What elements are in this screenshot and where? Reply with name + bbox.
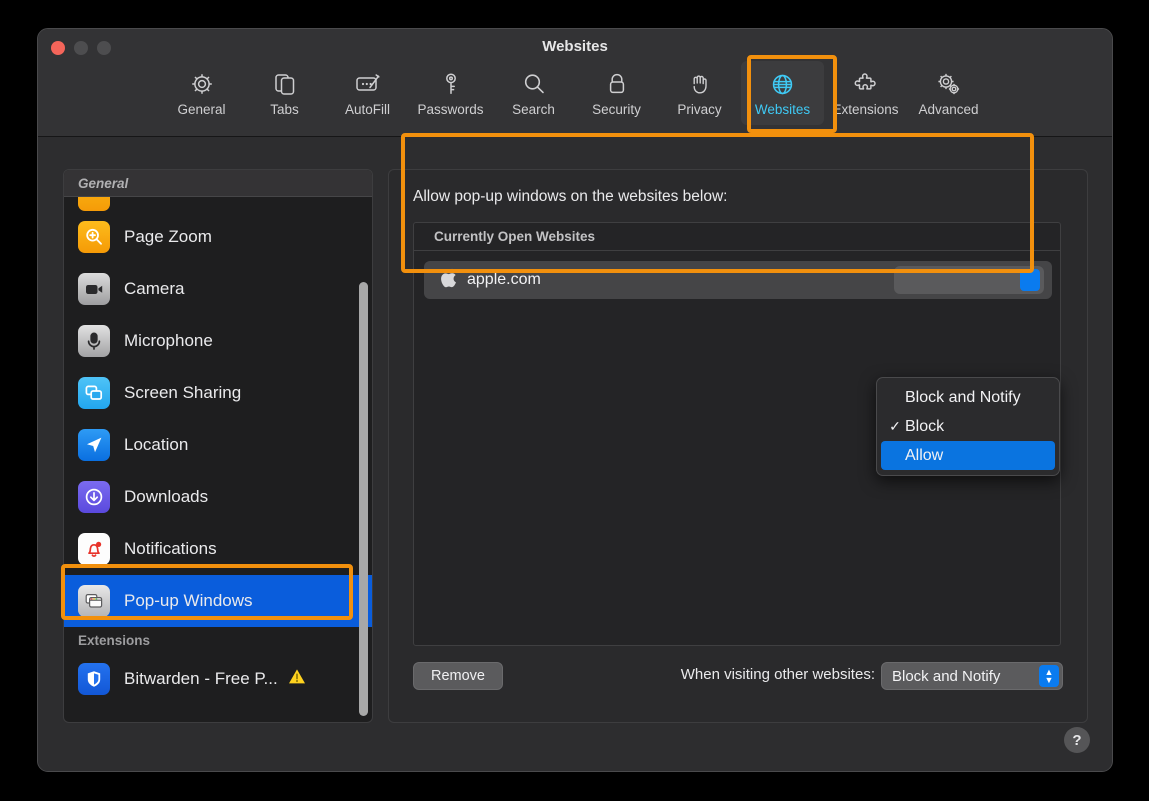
preferences-toolbar: General Tabs AutoFill Passwords Search S… bbox=[38, 61, 1112, 125]
lock-icon bbox=[604, 67, 630, 101]
toolbar-item-label: General bbox=[177, 102, 226, 117]
title-bar: Websites General Tabs AutoFill Passwords… bbox=[38, 29, 1112, 137]
panel-heading: Allow pop-up windows on the websites bel… bbox=[413, 188, 728, 205]
visiting-other-websites-label: When visiting other websites: bbox=[680, 666, 875, 683]
toolbar-item-security[interactable]: Security bbox=[575, 61, 658, 125]
page-zoom-icon bbox=[78, 221, 110, 253]
toolbar-item-general[interactable]: General bbox=[160, 61, 243, 125]
toolbar-item-label: Extensions bbox=[832, 102, 899, 117]
downloads-icon bbox=[78, 481, 110, 513]
sidebar-item-label: Location bbox=[124, 435, 189, 454]
toolbar-item-label: Security bbox=[592, 102, 641, 117]
sidebar-item-label: Screen Sharing bbox=[124, 383, 242, 402]
toolbar-item-extensions[interactable]: Extensions bbox=[824, 61, 907, 125]
puzzle-icon bbox=[852, 67, 880, 101]
toolbar-item-label: AutoFill bbox=[344, 102, 390, 117]
menu-item-label: Block and Notify bbox=[905, 388, 1021, 406]
toolbar-item-advanced[interactable]: Advanced bbox=[907, 61, 990, 125]
sidebar-item-label: Bitwarden - Free P... bbox=[124, 669, 278, 688]
menu-item-block[interactable]: ✓ Block bbox=[881, 412, 1055, 441]
sidebar-item-screen-sharing[interactable]: Screen Sharing bbox=[64, 367, 372, 419]
sidebar-item-page-zoom[interactable]: Page Zoom bbox=[64, 211, 372, 263]
sidebar-item-partial-above[interactable] bbox=[64, 197, 372, 211]
toolbar-item-search[interactable]: Search bbox=[492, 61, 575, 125]
remove-button[interactable]: Remove bbox=[413, 662, 503, 690]
checkmark-icon: ✓ bbox=[889, 418, 901, 434]
popup-windows-icon bbox=[78, 585, 110, 617]
sidebar-group-extensions: Extensions bbox=[64, 627, 372, 653]
settings-sidebar: General Page Zoom Camera Microphone Scre… bbox=[63, 169, 373, 723]
warning-triangle-icon bbox=[288, 668, 306, 690]
sidebar-item-bitwarden[interactable]: Bitwarden - Free P... bbox=[64, 653, 372, 705]
location-icon bbox=[78, 429, 110, 461]
sidebar-item-label: Page Zoom bbox=[124, 227, 212, 246]
toolbar-item-privacy[interactable]: Privacy bbox=[658, 61, 741, 125]
stepper-icon: ▲ ▼ bbox=[1039, 665, 1059, 687]
popup-stepper-icon bbox=[1020, 269, 1040, 291]
sidebar-item-label: Notifications bbox=[124, 539, 217, 558]
sidebar-scrollbar[interactable] bbox=[359, 282, 368, 716]
apple-logo-icon bbox=[440, 268, 457, 293]
magnifier-icon bbox=[521, 67, 547, 101]
globe-icon bbox=[769, 67, 796, 101]
key-icon bbox=[438, 67, 464, 101]
toolbar-item-label: Privacy bbox=[677, 102, 722, 117]
toolbar-item-autofill[interactable]: AutoFill bbox=[326, 61, 409, 125]
window-title: Websites bbox=[542, 38, 608, 55]
menu-item-label: Block bbox=[905, 417, 945, 435]
sidebar-item-label: Downloads bbox=[124, 487, 209, 506]
autofill-icon bbox=[354, 67, 382, 101]
preferences-window: Websites General Tabs AutoFill Passwords… bbox=[37, 28, 1113, 772]
toolbar-item-passwords[interactable]: Passwords bbox=[409, 61, 492, 125]
toolbar-item-label: Passwords bbox=[417, 102, 484, 117]
sidebar-item-camera[interactable]: Camera bbox=[64, 263, 372, 315]
help-button[interactable]: ? bbox=[1064, 727, 1090, 753]
setting-context-menu[interactable]: Block and Notify ✓ Block Allow bbox=[876, 377, 1060, 476]
sidebar-item-microphone[interactable]: Microphone bbox=[64, 315, 372, 367]
toolbar-item-label: Websites bbox=[754, 102, 811, 117]
sidebar-item-popup-windows[interactable]: Pop-up Windows bbox=[64, 575, 372, 627]
sidebar-group-general: General bbox=[64, 170, 372, 197]
menu-item-block-and-notify[interactable]: Block and Notify bbox=[881, 383, 1055, 412]
toolbar-item-tabs[interactable]: Tabs bbox=[243, 61, 326, 125]
toolbar-item-label: Tabs bbox=[270, 102, 299, 117]
sidebar-item-label: Microphone bbox=[124, 331, 213, 350]
menu-item-allow[interactable]: Allow bbox=[881, 441, 1055, 470]
gear-icon bbox=[189, 67, 215, 101]
sidebar-scroll-area[interactable]: Page Zoom Camera Microphone Screen Shari… bbox=[64, 197, 372, 722]
sidebar-item-location[interactable]: Location bbox=[64, 419, 372, 471]
row-setting-popup-button[interactable] bbox=[894, 266, 1044, 294]
table-row[interactable]: apple.com bbox=[424, 261, 1052, 299]
screen-sharing-icon bbox=[78, 377, 110, 409]
sidebar-item-notifications[interactable]: Notifications bbox=[64, 523, 372, 575]
hand-icon bbox=[687, 67, 713, 101]
page-zoom-partial-icon bbox=[78, 197, 110, 211]
visiting-other-websites-value: Block and Notify bbox=[892, 667, 1001, 685]
menu-item-label: Allow bbox=[905, 446, 944, 464]
sidebar-item-downloads[interactable]: Downloads bbox=[64, 471, 372, 523]
table-column-header: Currently Open Websites bbox=[414, 223, 1060, 251]
tabs-icon bbox=[272, 67, 298, 101]
camera-icon bbox=[78, 273, 110, 305]
toolbar-item-label: Advanced bbox=[918, 102, 979, 117]
bitwarden-shield-icon bbox=[78, 663, 110, 695]
preferences-content: General Page Zoom Camera Microphone Scre… bbox=[38, 137, 1112, 771]
gears-icon bbox=[935, 67, 963, 101]
microphone-icon bbox=[78, 325, 110, 357]
sidebar-item-label: Pop-up Windows bbox=[124, 591, 253, 610]
toolbar-item-websites[interactable]: Websites bbox=[741, 61, 824, 125]
toolbar-item-label: Search bbox=[512, 102, 555, 117]
sidebar-item-label: Camera bbox=[124, 279, 185, 298]
site-name: apple.com bbox=[467, 271, 541, 288]
visiting-other-websites-select[interactable]: Block and Notify ▲ ▼ bbox=[881, 662, 1063, 690]
notifications-icon bbox=[78, 533, 110, 565]
